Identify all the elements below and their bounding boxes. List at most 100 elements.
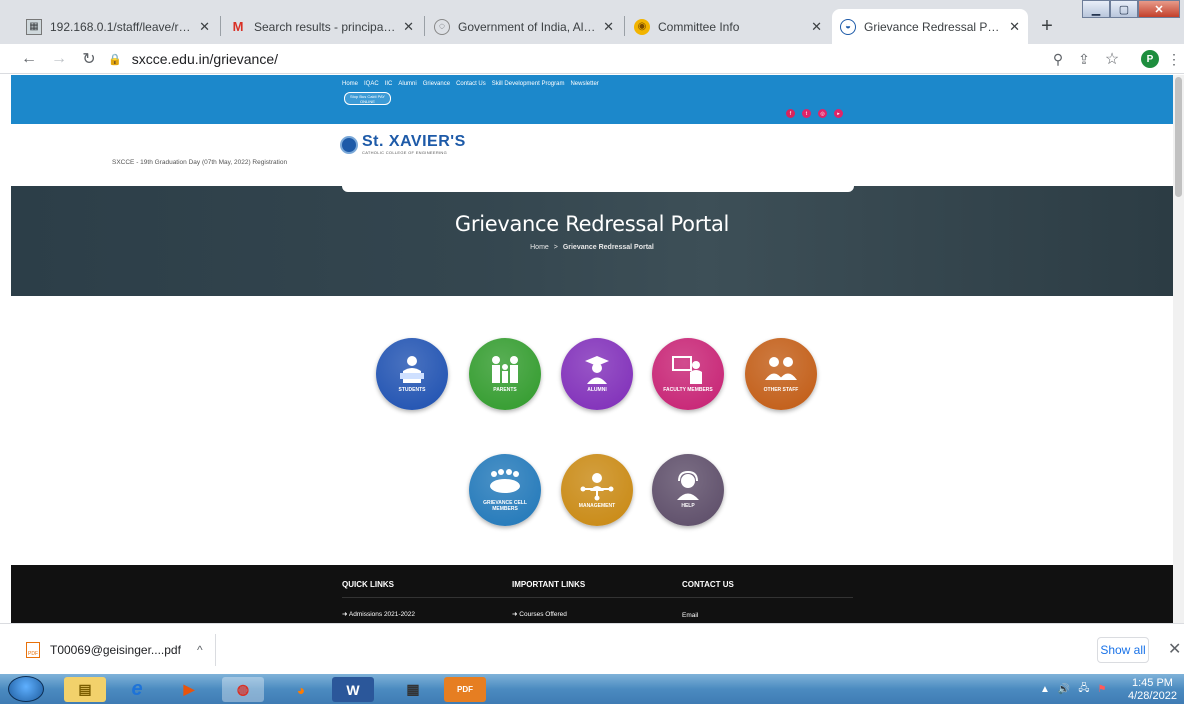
graduation-registration-link[interactable]: SXCCE - 19th Graduation Day (07th May, 2… <box>112 159 287 166</box>
nav-link-home[interactable]: Home <box>342 81 358 87</box>
instagram-icon[interactable]: ◎ <box>818 109 827 118</box>
footer-contact-email: Email <box>682 612 699 619</box>
minimize-icon[interactable]: ▁ <box>1082 0 1110 18</box>
network-icon[interactable]: 🖧 <box>1078 681 1089 698</box>
footer-link[interactable]: ➜ Courses Offered <box>512 610 585 618</box>
close-tab-icon[interactable]: ✕ <box>603 19 614 35</box>
footer-important-links: IMPORTANT LINKS ➜ Courses Offered <box>512 580 585 618</box>
windows-start-button[interactable] <box>8 676 44 702</box>
show-all-button[interactable]: Show all <box>1097 637 1149 663</box>
category-label: PARENTS <box>493 387 517 393</box>
kebab-menu-icon[interactable]: ⋮ <box>1163 48 1184 70</box>
nav-link-iic[interactable]: IIC <box>385 81 393 87</box>
firefox-icon[interactable]: ◕ <box>280 677 322 702</box>
word-icon[interactable]: W <box>332 677 374 702</box>
logo-name: St. XAVIER'S <box>362 133 466 150</box>
calculator-icon[interactable]: ▦ <box>392 677 434 702</box>
browser-tab[interactable]: M Search results - principal@sxcce ✕ <box>222 9 422 44</box>
taskbar-clock[interactable]: 1:45 PM 4/28/2022 <box>1128 677 1177 703</box>
nav-link-skill-development[interactable]: Skill Development Program <box>492 81 565 87</box>
youtube-icon[interactable]: ▸ <box>834 109 843 118</box>
category-label: OTHER STAFF <box>763 387 799 393</box>
image-file-icon: ▦ <box>26 18 42 35</box>
windows-taskbar: ▤ e ▶ ◍ ◕ W ▦ PDF ▲ 🔊 🖧 ⚑ 1:45 PM 4/28/2… <box>0 674 1184 704</box>
window-controls: ▁ ▢ ✕ <box>1082 0 1180 18</box>
chrome-icon[interactable]: ◍ <box>222 677 264 702</box>
media-player-icon[interactable]: ▶ <box>168 677 210 702</box>
tab-title: Search results - principal@sxcce <box>254 19 398 34</box>
page-scrollbar[interactable] <box>1173 75 1184 623</box>
browser-tab[interactable]: ▦ 192.168.0.1/staff/leave/rep_leav ✕ <box>18 9 218 44</box>
download-item[interactable]: PDF T00069@geisinger....pdf ^ <box>16 634 216 666</box>
bookmark-star-icon[interactable]: ☆ <box>1101 48 1123 70</box>
scrollbar-thumb[interactable] <box>1175 77 1182 197</box>
category-label: GRIEVANCE CELL MEMBERS <box>483 500 527 512</box>
page-banner: Grievance Redressal Portal Home > Grieva… <box>11 186 1173 296</box>
file-explorer-icon[interactable]: ▤ <box>64 677 106 702</box>
browser-tab-active[interactable]: ◒ Grievance Redressal Portal – St. ✕ <box>832 9 1028 44</box>
nav-link-contact[interactable]: Contact Us <box>456 81 486 87</box>
committee-table-icon <box>490 469 520 493</box>
category-grievance-cell-members[interactable]: GRIEVANCE CELL MEMBERS <box>469 454 541 526</box>
nav-link-alumni[interactable]: Alumni <box>398 81 416 87</box>
close-tab-icon[interactable]: ✕ <box>199 19 210 35</box>
share-icon[interactable]: ⇪ <box>1073 48 1095 70</box>
close-tab-icon[interactable]: ✕ <box>403 19 414 35</box>
action-center-icon[interactable]: ⚑ <box>1098 684 1107 695</box>
close-window-icon[interactable]: ✕ <box>1138 0 1180 18</box>
footer-link[interactable]: ➜ Admissions 2021-2022 <box>342 610 415 618</box>
page-title: Grievance Redressal Portal <box>454 212 730 236</box>
nav-link-grievance[interactable]: Grievance <box>423 81 450 87</box>
download-filename: T00069@geisinger....pdf <box>50 643 181 657</box>
facebook-icon[interactable]: f <box>786 109 795 118</box>
browser-tab[interactable]: ◌ Government of India, All India C ✕ <box>426 9 622 44</box>
close-tab-icon[interactable]: ✕ <box>811 19 822 35</box>
category-label: STUDENTS <box>398 387 426 393</box>
browser-toolbar: ← → ↻ 🔒 sxcce.edu.in/grievance/ ⚲ ⇪ ☆ P … <box>0 44 1184 74</box>
reload-icon[interactable]: ↻ <box>78 48 100 70</box>
category-management[interactable]: MANAGEMENT <box>561 454 633 526</box>
site-top-nav: Home IQAC IIC Alumni Grievance Contact U… <box>342 81 599 87</box>
pay-online-badge[interactable]: Stop Bus Cakti PAY ONLINE <box>344 92 391 105</box>
category-parents[interactable]: PARENTS <box>469 338 541 410</box>
address-bar[interactable]: 🔒 sxcce.edu.in/grievance/ <box>108 47 1008 71</box>
new-tab-button[interactable]: + <box>1034 13 1060 39</box>
globe-icon: ◌ <box>434 18 450 35</box>
pdf-reader-icon[interactable]: PDF <box>444 677 486 702</box>
forward-arrow-icon[interactable]: → <box>48 48 70 70</box>
profile-avatar[interactable]: P <box>1141 50 1159 68</box>
college-seal-icon <box>340 135 358 154</box>
site-top-bar: Home IQAC IIC Alumni Grievance Contact U… <box>11 75 1173 124</box>
volume-icon[interactable]: 🔊 <box>1058 684 1070 695</box>
breadcrumb: Home > Grievance Redressal Portal <box>11 244 1173 251</box>
category-students[interactable]: STUDENTS <box>376 338 448 410</box>
breadcrumb-home-link[interactable]: Home <box>530 244 549 251</box>
url-text: sxcce.edu.in/grievance/ <box>131 51 279 67</box>
category-other-staff[interactable]: OTHER STAFF <box>745 338 817 410</box>
nav-link-newsletter[interactable]: Newsletter <box>570 81 598 87</box>
footer-quick-links: QUICK LINKS ➜ Admissions 2021-2022 <box>342 580 415 618</box>
clock-date: 4/28/2022 <box>1128 690 1177 702</box>
footer-heading: CONTACT US <box>682 580 734 589</box>
nav-link-iqac[interactable]: IQAC <box>364 81 379 87</box>
family-icon <box>492 356 518 383</box>
category-label: ALUMNI <box>587 387 607 393</box>
pdf-file-icon: PDF <box>26 642 40 658</box>
category-label: MANAGEMENT <box>578 503 616 509</box>
lock-icon[interactable]: 🔒 <box>108 53 122 66</box>
tray-expand-icon[interactable]: ▲ <box>1040 684 1050 695</box>
staff-group-icon <box>765 357 797 380</box>
twitter-icon[interactable]: t <box>802 109 811 118</box>
category-faculty-members[interactable]: FACULTY MEMBERS <box>652 338 724 410</box>
close-tab-icon[interactable]: ✕ <box>1009 19 1020 35</box>
internet-explorer-icon[interactable]: e <box>116 677 158 702</box>
browser-tab[interactable]: ◉ Committee Info ✕ <box>626 9 830 44</box>
college-logo[interactable]: St. XAVIER'S CATHOLIC COLLEGE OF ENGINEE… <box>340 134 466 155</box>
zoom-icon[interactable]: ⚲ <box>1047 48 1069 70</box>
back-arrow-icon[interactable]: ← <box>18 48 40 70</box>
category-alumni[interactable]: ALUMNI <box>561 338 633 410</box>
close-download-bar-icon[interactable]: ✕ <box>1168 639 1181 659</box>
maximize-icon[interactable]: ▢ <box>1110 0 1138 18</box>
chevron-up-icon[interactable]: ^ <box>197 643 203 657</box>
category-help[interactable]: HELP <box>652 454 724 526</box>
